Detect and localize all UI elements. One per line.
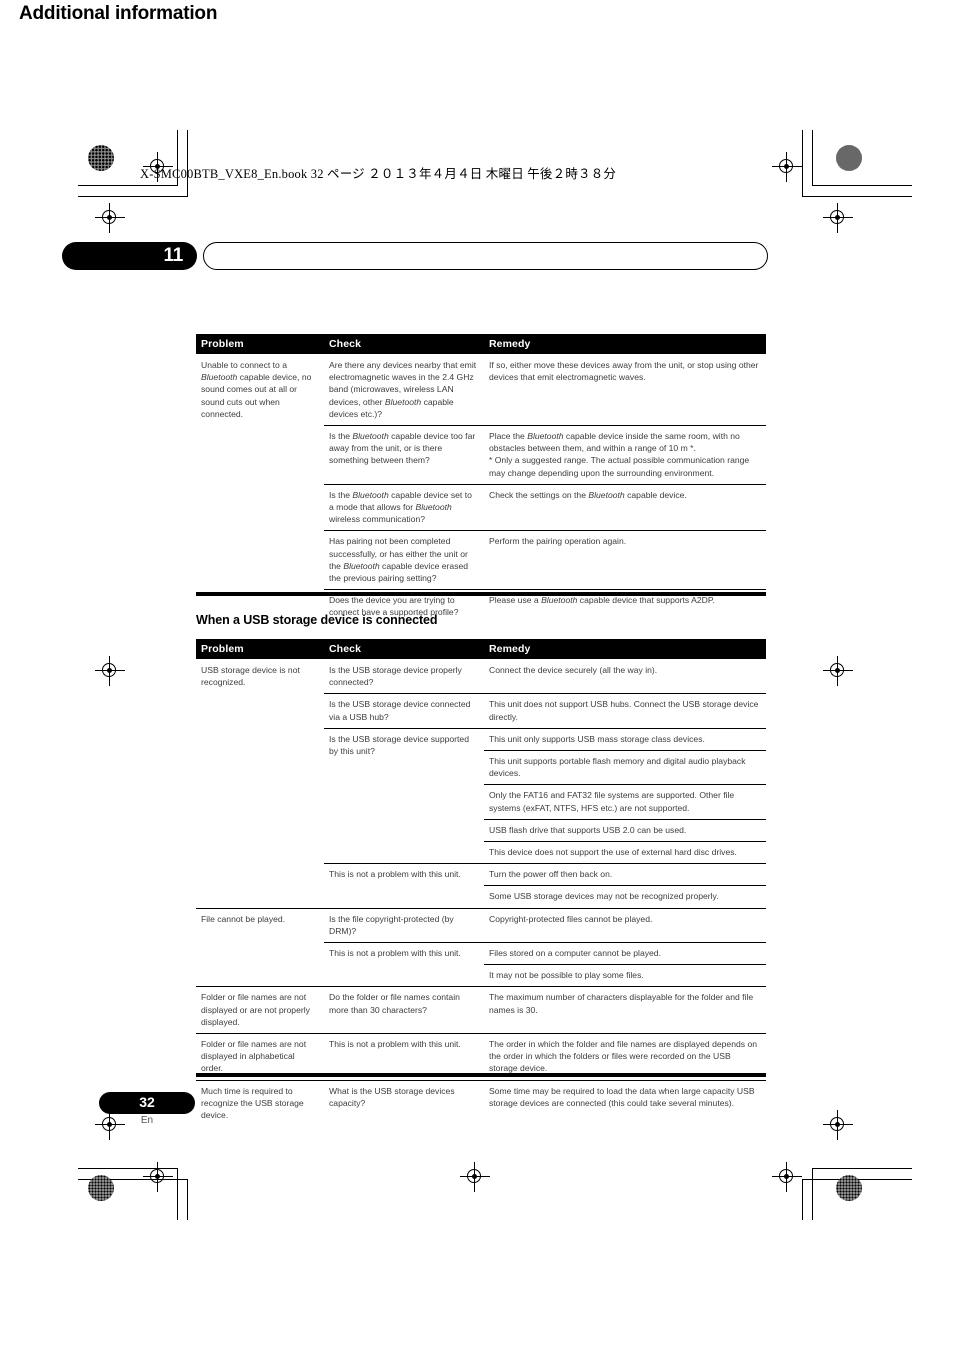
usb-table-bottom-rule xyxy=(196,1073,766,1077)
cell-remedy: Check the settings on the Bluetooth capa… xyxy=(484,483,766,531)
crop-mark-top-left-h2 xyxy=(78,196,188,198)
bluetooth-troubleshooting-table: Problem Check Remedy Unable to connect t… xyxy=(196,334,766,624)
cell-remedy: This device does not support the use of … xyxy=(484,841,766,864)
cell-check: This is not a problem with this unit. xyxy=(324,942,484,987)
cell-remedy: This unit supports portable flash memory… xyxy=(484,750,766,785)
cell-remedy: Some time may be required to load the da… xyxy=(484,1079,766,1127)
column-header-problem: Problem xyxy=(196,639,324,659)
chapter-title-pill xyxy=(203,242,768,270)
registration-mark-bottom-right xyxy=(772,1162,802,1192)
cell-problem: USB storage device is not recognized. xyxy=(201,665,300,688)
cell-remedy: Connect the device securely (all the way… xyxy=(489,665,658,675)
chapter-number-badge: 11 xyxy=(62,242,197,270)
page-number-badge: 32 xyxy=(99,1092,195,1114)
crop-mark-bottom-right-v1 xyxy=(812,1168,814,1220)
table-row: Folder or file names are not displayed o… xyxy=(196,986,766,1034)
cell-problem: Much time is required to recognize the U… xyxy=(196,1079,324,1127)
bluetooth-table-bottom-rule xyxy=(196,592,766,596)
cell-remedy: This unit only supports USB mass storage… xyxy=(484,727,766,751)
registration-mark-right-middle xyxy=(823,656,853,686)
cell-remedy: If so, either move these devices away fr… xyxy=(489,360,759,383)
table-header-row: Problem Check Remedy xyxy=(196,639,766,659)
cell-check: Are there any devices nearby that emit e… xyxy=(329,360,477,419)
page-number: 32 xyxy=(139,1094,155,1110)
table-row: USB storage device is not recognized. Is… xyxy=(196,659,766,694)
registration-mark-top-right-lower xyxy=(823,203,853,233)
cell-remedy: It may not be possible to play some file… xyxy=(484,964,766,987)
registration-mark-top-right xyxy=(772,152,802,182)
column-header-remedy: Remedy xyxy=(484,639,766,659)
halftone-patch-top-left xyxy=(88,145,114,171)
crop-mark-bottom-left-v2 xyxy=(187,1179,189,1220)
cell-check: Is the USB storage device properly conne… xyxy=(329,665,462,688)
crop-mark-top-right-v2 xyxy=(802,130,804,197)
table-row: Much time is required to recognize the U… xyxy=(196,1079,766,1127)
registration-mark-top-left-lower xyxy=(95,203,125,233)
cell-check: Do the folder or file names contain more… xyxy=(324,986,484,1034)
cell-check: Is the Bluetooth capable device too far … xyxy=(324,425,484,485)
cell-problem: Folder or file names are not displayed o… xyxy=(196,986,324,1034)
halftone-patch-top-right xyxy=(836,145,862,171)
cell-check: Is the file copyright-protected (by DRM)… xyxy=(324,907,484,943)
column-header-remedy: Remedy xyxy=(484,334,766,354)
page-language-code: En xyxy=(140,1115,154,1126)
cell-remedy: This unit does not support USB hubs. Con… xyxy=(484,693,766,729)
cell-remedy: The maximum number of characters display… xyxy=(484,986,766,1034)
cell-check: Is the Bluetooth capable device set to a… xyxy=(324,483,484,531)
halftone-patch-bottom-right xyxy=(836,1175,862,1201)
registration-mark-bottom-center xyxy=(460,1162,490,1192)
crop-mark-top-left-h1 xyxy=(78,185,178,187)
usb-troubleshooting-table: Problem Check Remedy USB storage device … xyxy=(196,639,766,1127)
column-header-check: Check xyxy=(324,334,484,354)
crop-mark-top-right-h2 xyxy=(802,196,912,198)
chapter-number: 11 xyxy=(163,245,184,266)
cell-check: This is not a problem with this unit. xyxy=(324,863,484,909)
column-header-problem: Problem xyxy=(196,334,324,354)
cell-remedy: Some USB storage devices may not be reco… xyxy=(484,885,766,909)
crop-mark-top-right-v1 xyxy=(812,130,814,186)
table-row: File cannot be played. Is the file copyr… xyxy=(196,907,766,987)
cell-remedy: Copyright-protected files cannot be play… xyxy=(484,907,766,943)
cell-remedy: Only the FAT16 and FAT32 file systems ar… xyxy=(484,784,766,820)
usb-section-heading: When a USB storage device is connected xyxy=(196,613,438,627)
cell-problem: Unable to connect to a Bluetooth capable… xyxy=(201,360,312,419)
column-header-check: Check xyxy=(324,639,484,659)
crop-mark-bottom-left-v1 xyxy=(177,1168,179,1220)
cell-remedy: USB flash drive that supports USB 2.0 ca… xyxy=(484,818,766,842)
registration-mark-bottom-left xyxy=(143,1162,173,1192)
crop-mark-bottom-right-v2 xyxy=(802,1179,804,1220)
cell-remedy: Place the Bluetooth capable device insid… xyxy=(484,425,766,485)
cell-check: Has pairing not been completed successfu… xyxy=(324,530,484,590)
table-header-row: Problem Check Remedy xyxy=(196,334,766,354)
crop-mark-bottom-right-h1 xyxy=(812,1168,912,1170)
cell-remedy: Turn the power off then back on. xyxy=(484,863,766,886)
cell-check: What is the USB storage devices capacity… xyxy=(324,1079,484,1127)
cell-check: Is the USB storage device supported by t… xyxy=(324,727,484,864)
registration-mark-right-lower xyxy=(823,1110,853,1140)
page-title: Additional information xyxy=(19,3,218,24)
book-file-header: X-SMC00BTB_VXE8_En.book 32 ページ ２０１３年４月４日… xyxy=(140,167,617,181)
cell-remedy: Perform the pairing operation again. xyxy=(484,530,766,590)
table-row: Unable to connect to a Bluetooth capable… xyxy=(196,354,766,426)
cell-check: Is the USB storage device connected via … xyxy=(324,693,484,729)
halftone-patch-bottom-left xyxy=(88,1175,114,1201)
crop-mark-top-right-h1 xyxy=(812,185,912,187)
cell-remedy: Files stored on a computer cannot be pla… xyxy=(484,942,766,965)
registration-mark-left-middle xyxy=(95,656,125,686)
cell-problem: File cannot be played. xyxy=(196,907,324,987)
